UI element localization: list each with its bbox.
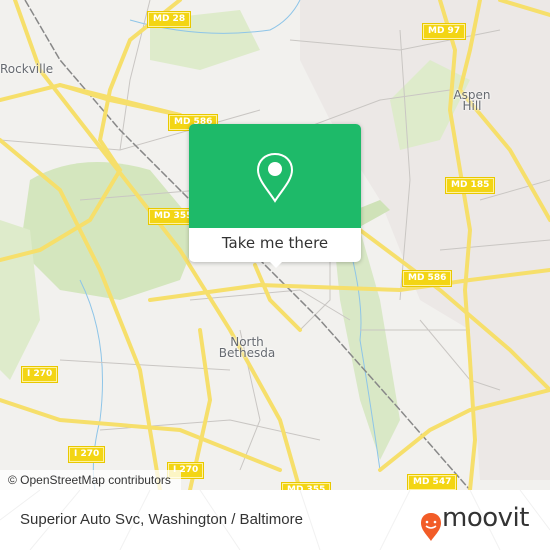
route-shield-md-185: MD 185	[444, 177, 496, 194]
location-popup: Take me there	[189, 124, 361, 268]
moovit-logo-icon[interactable]	[420, 507, 442, 547]
popup-header	[189, 124, 361, 228]
place-label-north-bethesda: North Bethesda	[218, 335, 276, 360]
place-label-rockville: Rockville	[0, 62, 54, 76]
route-shield-md-28: MD 28	[146, 11, 192, 28]
route-shield-md-547: MD 547	[406, 474, 458, 490]
route-shield-i-270: I 270	[20, 366, 59, 383]
popup-pointer	[268, 260, 284, 268]
map-view[interactable]: MD 28 MD 97 MD 586 MD 185 MD 355 MD 586 …	[0, 0, 550, 490]
take-me-there-button[interactable]: Take me there	[189, 228, 361, 262]
osm-attribution-link[interactable]: © OpenStreetMap contributors	[0, 470, 181, 490]
route-shield-i-270-south: I 270	[67, 446, 106, 463]
place-label-aspen-hill: Aspen Hill	[453, 88, 491, 113]
moovit-logo-text[interactable]: moovit	[442, 498, 529, 538]
location-pin-icon	[256, 152, 294, 203]
route-shield-md-586-east: MD 586	[401, 270, 453, 287]
route-shield-md-355-south: MD 355	[280, 482, 332, 490]
location-title: Superior Auto Svc, Washington / Baltimor…	[20, 511, 303, 528]
route-shield-md-97: MD 97	[421, 23, 467, 40]
